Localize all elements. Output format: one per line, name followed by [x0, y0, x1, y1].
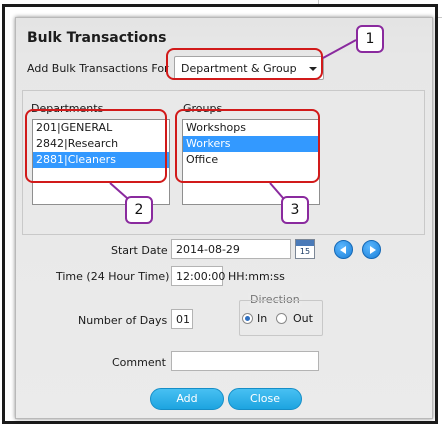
comment-input[interactable]	[171, 351, 319, 371]
callout-2: 2	[125, 196, 153, 224]
number-of-days-label: Number of Days	[78, 314, 168, 327]
direction-in-label: In	[257, 312, 268, 325]
arrow-right-icon	[370, 246, 376, 254]
time-input[interactable]: 12:00:00	[171, 266, 225, 286]
start-date-label: Start Date	[111, 244, 168, 257]
calendar-day: 15	[299, 247, 311, 256]
time-format-hint: HH:mm:ss	[228, 270, 285, 283]
highlight-groups	[175, 109, 320, 183]
comment-label: Comment	[112, 356, 166, 369]
close-button[interactable]: Close	[228, 388, 302, 410]
direction-in-radio[interactable]	[242, 313, 253, 324]
direction-out-radio[interactable]	[276, 313, 287, 324]
add-for-label: Add Bulk Transactions For	[27, 62, 169, 75]
highlight-add-for	[166, 48, 323, 80]
arrow-left-icon	[340, 246, 346, 254]
next-date-button[interactable]	[362, 240, 381, 259]
callout-3: 3	[281, 196, 309, 224]
number-of-days-input[interactable]: 01	[171, 309, 193, 329]
calendar-icon[interactable]: 15	[295, 239, 315, 259]
dialog-title: Bulk Transactions	[27, 30, 167, 46]
start-date-input[interactable]: 2014-08-29	[171, 239, 291, 259]
callout-1: 1	[356, 25, 384, 53]
time-label: Time (24 Hour Time)	[56, 270, 170, 283]
previous-date-button[interactable]	[334, 240, 353, 259]
add-button[interactable]: Add	[150, 388, 224, 410]
direction-out-label: Out	[293, 312, 313, 325]
highlight-departments	[25, 109, 167, 183]
